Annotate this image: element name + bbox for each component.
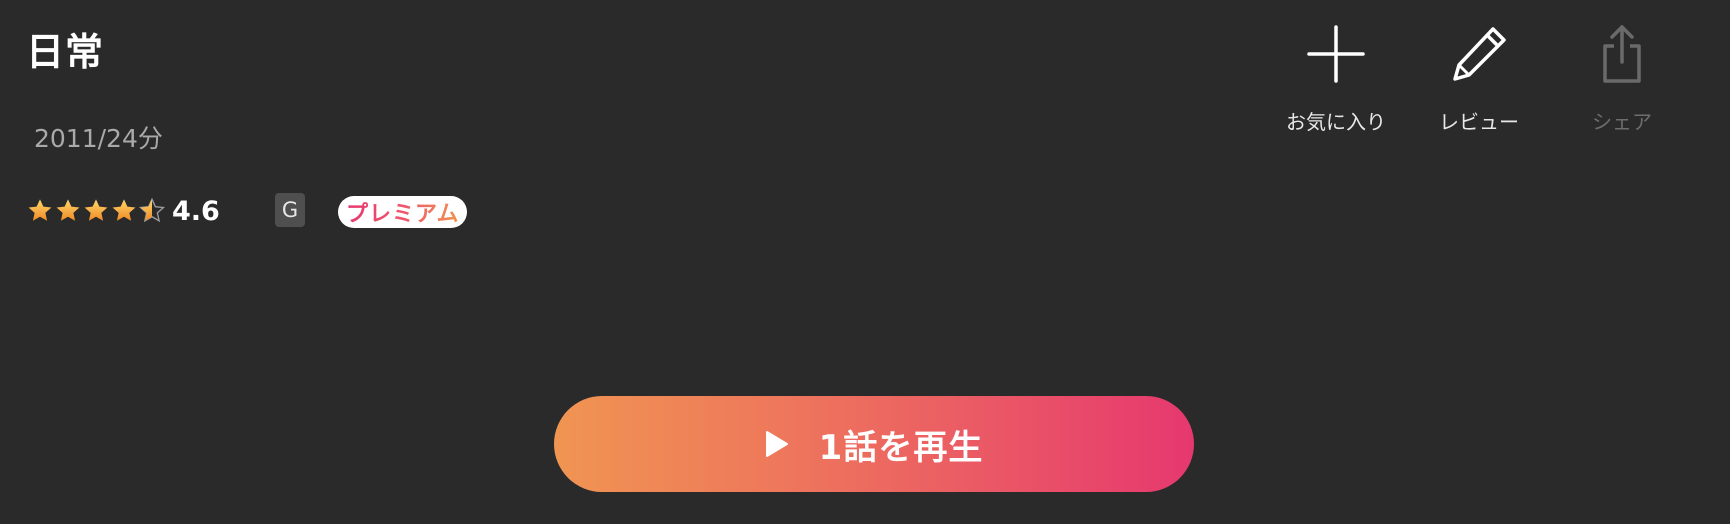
star-full-icon — [84, 199, 108, 221]
share-icon — [1603, 25, 1641, 83]
rating-row: 4.6 — [26, 190, 220, 232]
favorite-label: お気に入り — [1286, 110, 1386, 134]
star-full-icon — [112, 199, 136, 221]
play-icon — [765, 431, 788, 457]
star-rating — [26, 197, 166, 225]
year-duration-text: 2011/24分 — [34, 124, 163, 153]
action-bar: お気に入り レビュー シェア — [1276, 24, 1676, 144]
star-full-icon — [56, 199, 80, 221]
page-title: 日常 — [26, 30, 105, 74]
star-half-icon — [138, 197, 166, 223]
review-button[interactable]: レビュー — [1419, 24, 1539, 135]
favorite-button[interactable]: お気に入り — [1276, 24, 1396, 135]
plus-icon — [1307, 25, 1365, 83]
rating-value: 4.6 — [172, 195, 220, 227]
pencil-icon — [1453, 27, 1506, 81]
star-full-icon — [28, 199, 52, 221]
share-label: シェア — [1592, 110, 1652, 134]
review-label: レビュー — [1439, 110, 1519, 134]
premium-badge-label: プレミアム — [346, 196, 459, 228]
play-episode-button[interactable]: 1話を再生 — [554, 396, 1194, 492]
play-button-label: 1話を再生 — [818, 427, 984, 468]
age-rating-badge: G — [275, 193, 305, 227]
title-detail-page: 日常 2011/24分 4.6 G プレミアム お気に入り レビュー シェア 1… — [0, 0, 1730, 524]
premium-badge: プレミアム — [338, 196, 468, 228]
share-button[interactable]: シェア — [1562, 24, 1682, 135]
